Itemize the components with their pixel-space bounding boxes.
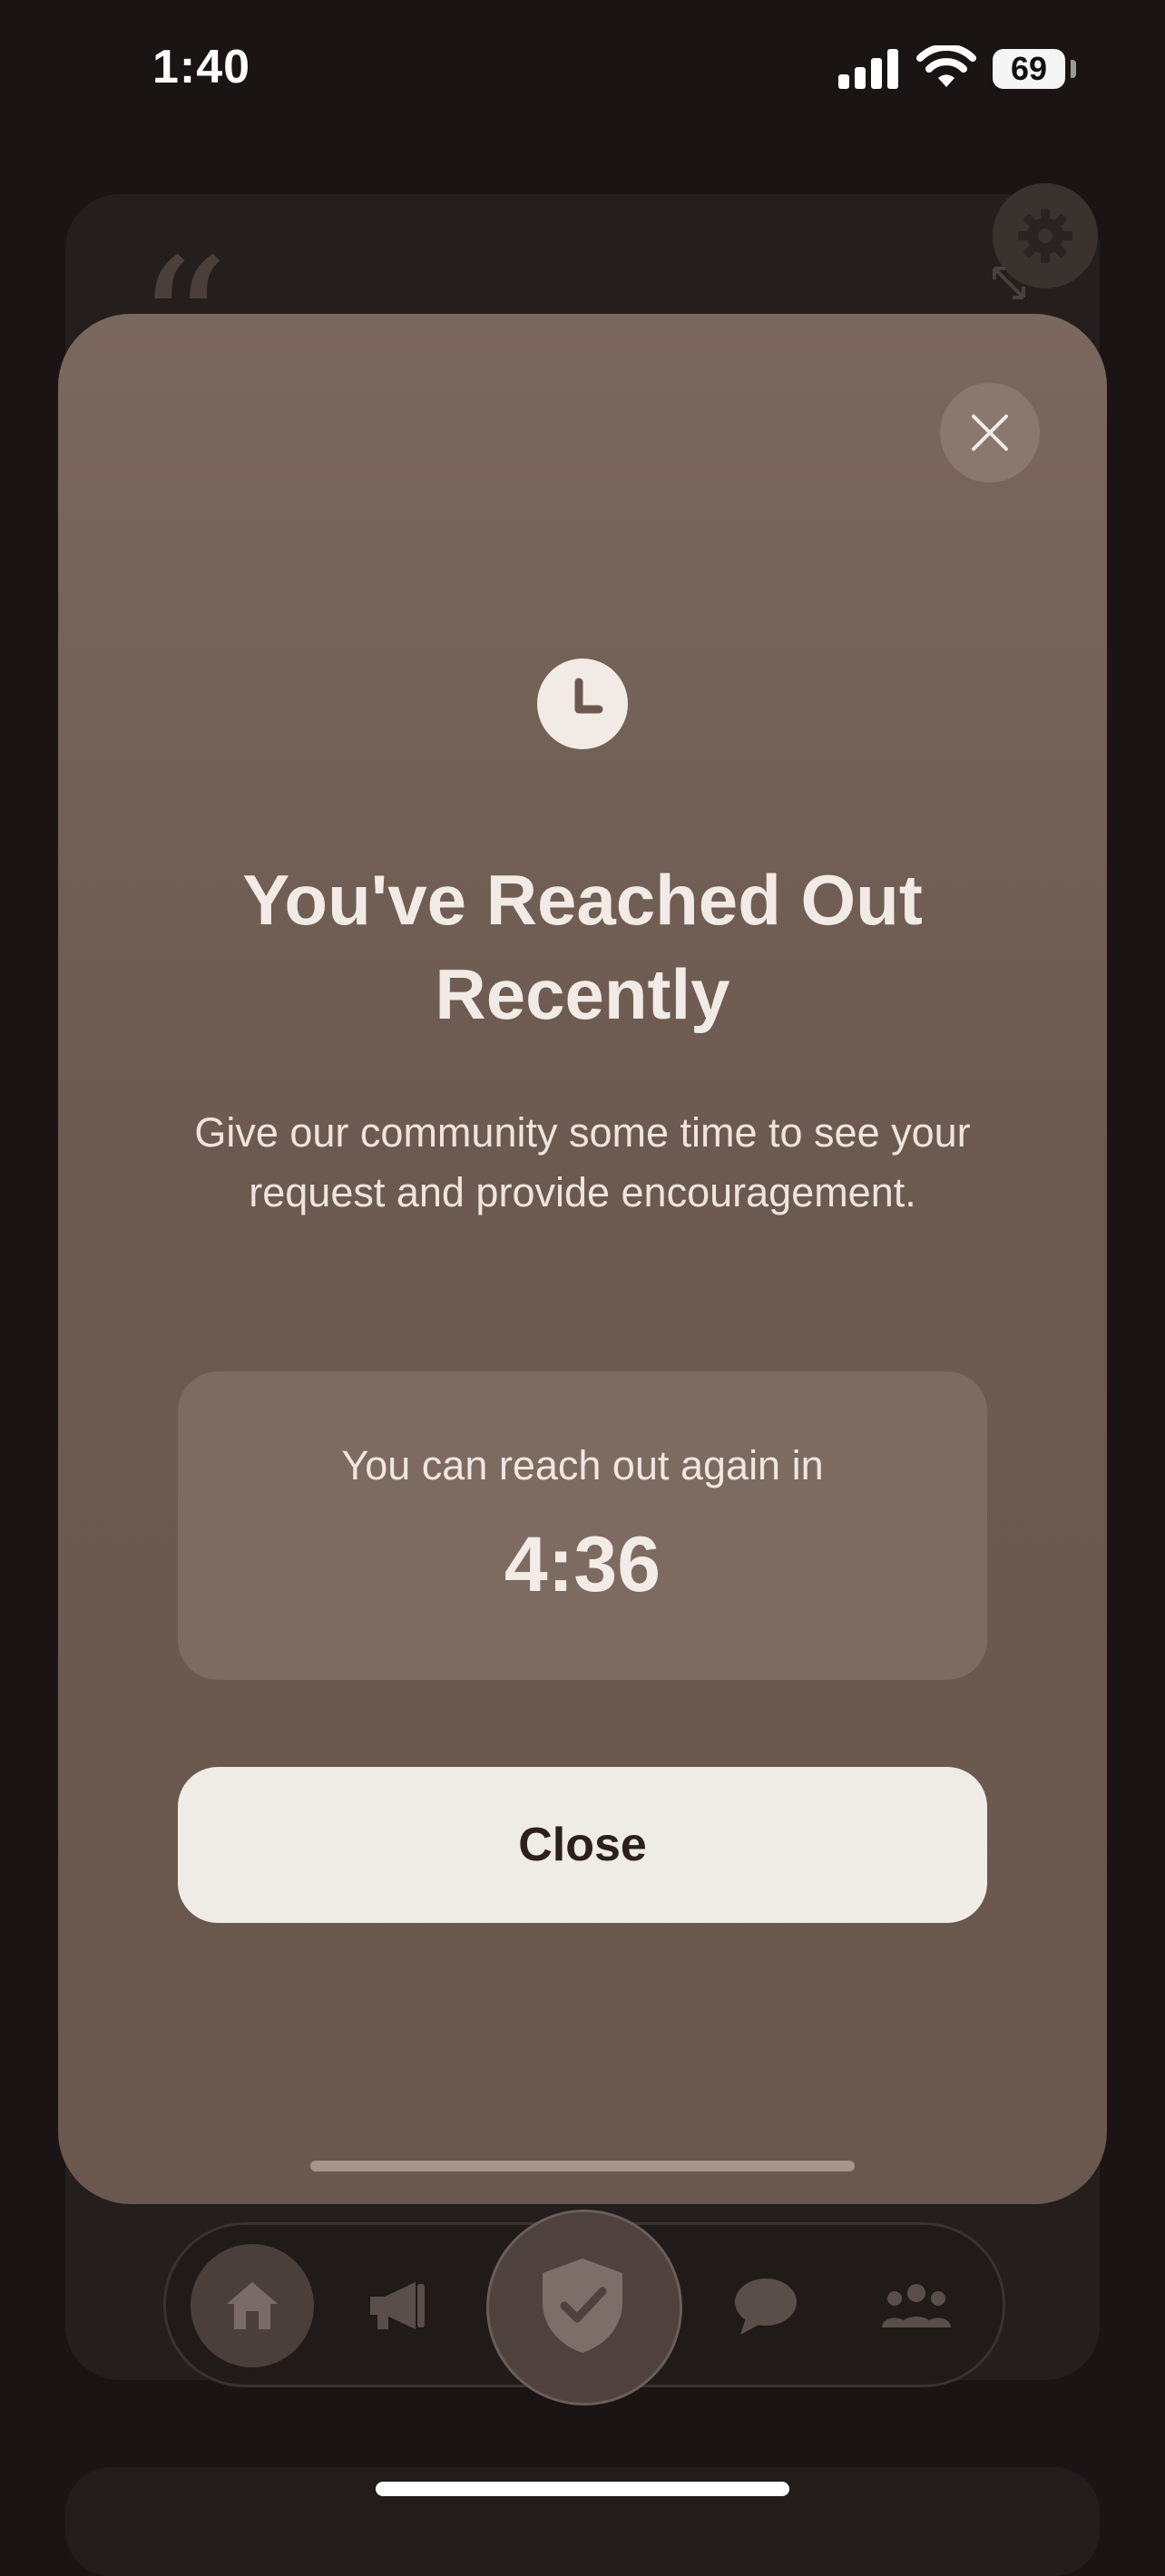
battery-icon: 69 (993, 49, 1065, 89)
modal-drag-handle[interactable] (310, 2161, 855, 2171)
expand-icon[interactable] (987, 261, 1031, 305)
modal-title: You've Reached Out Recently (242, 860, 923, 1034)
home-icon (227, 2282, 278, 2329)
wifi-icon (916, 45, 976, 87)
close-icon (972, 415, 1008, 451)
chat-bubble-icon[interactable] (733, 2277, 798, 2337)
signal-icon (838, 49, 898, 89)
shield-check-icon (543, 2259, 622, 2353)
status-time: 1:40 (152, 41, 251, 93)
close-button[interactable]: Close (178, 1767, 987, 1923)
countdown-timer: 4:36 (504, 1521, 661, 1608)
gear-icon (1018, 209, 1072, 263)
modal-message: Give our community some time to see your… (194, 1109, 971, 1215)
megaphone-icon[interactable] (365, 2275, 430, 2337)
people-icon[interactable] (882, 2282, 951, 2329)
modal-close-button[interactable] (940, 383, 1040, 483)
battery-tip (1071, 60, 1076, 78)
status-bar: 1:40 69 (0, 0, 1165, 136)
countdown-label: You can reach out again in (341, 1442, 824, 1488)
home-indicator[interactable] (376, 2482, 789, 2496)
clock-icon (537, 659, 628, 749)
